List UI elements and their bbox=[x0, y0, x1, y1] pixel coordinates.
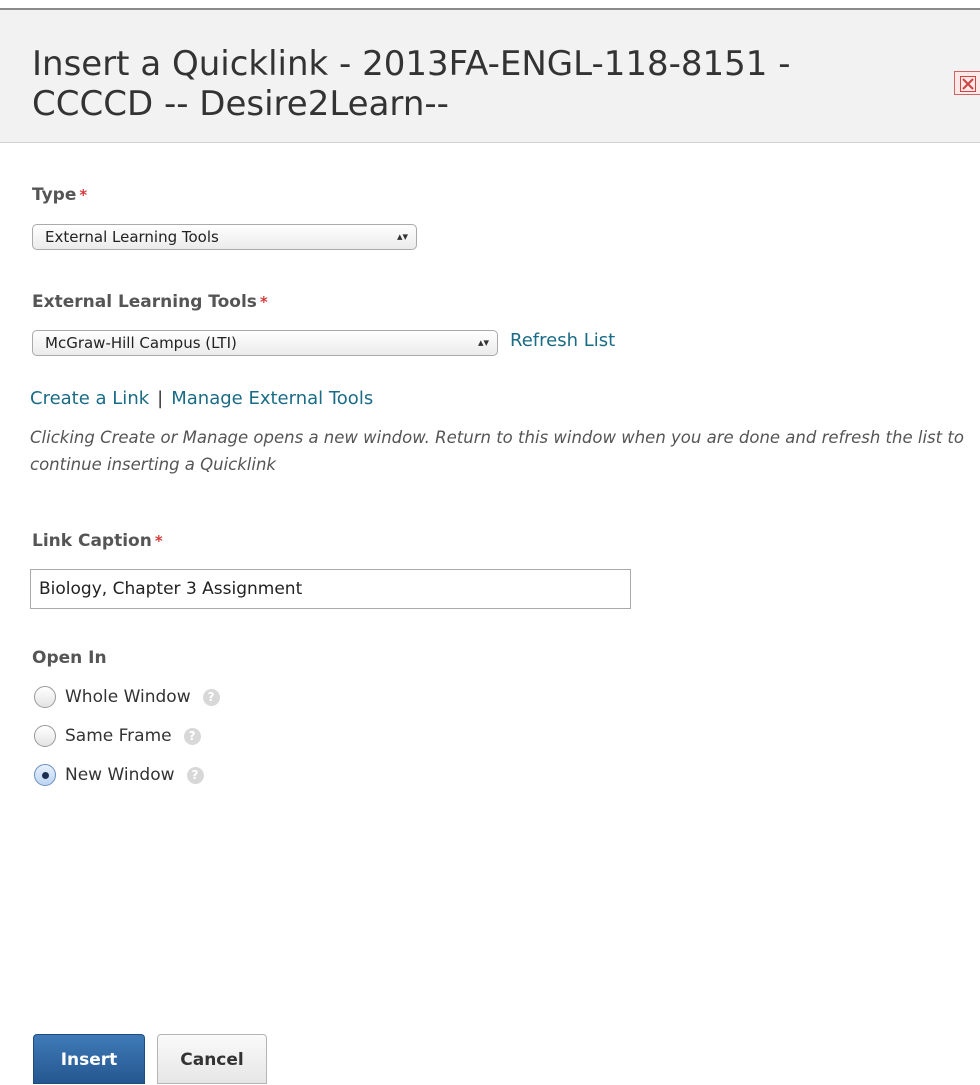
cancel-button[interactable]: Cancel bbox=[157, 1034, 267, 1084]
hint-text: Clicking Create or Manage opens a new wi… bbox=[30, 428, 964, 474]
dialog-header: Insert a Quicklink - 2013FA-ENGL-118-815… bbox=[0, 10, 980, 143]
dialog-title-line2: CCCCD -- Desire2Learn-- bbox=[32, 84, 449, 124]
question-mark-help-icon[interactable]: ? bbox=[183, 727, 201, 745]
dialog-title: Insert a Quicklink - 2013FA-ENGL-118-815… bbox=[32, 44, 932, 124]
type-select[interactable]: External Learning Tools ▴▾ bbox=[32, 224, 417, 250]
question-mark-help-icon[interactable]: ? bbox=[202, 688, 220, 706]
create-link-link[interactable]: Create a Link bbox=[30, 388, 149, 409]
refresh-list-link[interactable]: Refresh List bbox=[510, 330, 615, 351]
new-window-label: New Window bbox=[65, 765, 175, 785]
whole-window-label: Whole Window bbox=[65, 687, 191, 707]
question-mark-help-icon[interactable]: ? bbox=[186, 766, 204, 784]
radio-option-whole-window[interactable]: Whole Window ? bbox=[34, 684, 220, 710]
type-label: Type * bbox=[32, 185, 88, 205]
close-x-icon bbox=[960, 76, 976, 92]
manage-external-tools-link[interactable]: Manage External Tools bbox=[171, 388, 373, 409]
up-down-arrows-icon: ▴▾ bbox=[396, 230, 408, 243]
external-tools-select[interactable]: McGraw-Hill Campus (LTI) ▴▾ bbox=[32, 330, 498, 356]
radio-option-new-window[interactable]: New Window ? bbox=[34, 762, 204, 788]
required-marker: * bbox=[154, 532, 163, 550]
tool-links-row: Create a Link | Manage External Tools bbox=[30, 388, 373, 409]
insert-button[interactable]: Insert bbox=[33, 1034, 145, 1084]
link-caption-label: Link Caption * bbox=[32, 531, 163, 551]
same-frame-label: Same Frame bbox=[65, 726, 172, 746]
same-frame-radio[interactable] bbox=[34, 725, 56, 747]
link-caption-input[interactable] bbox=[30, 569, 631, 609]
external-tools-select-value: McGraw-Hill Campus (LTI) bbox=[45, 334, 237, 352]
required-marker: * bbox=[259, 293, 268, 311]
up-down-arrows-icon: ▴▾ bbox=[477, 336, 489, 349]
close-button[interactable] bbox=[954, 71, 980, 95]
radio-option-same-frame[interactable]: Same Frame ? bbox=[34, 723, 201, 749]
open-in-label: Open In bbox=[32, 648, 107, 668]
top-strip bbox=[0, 0, 980, 10]
new-window-radio[interactable] bbox=[34, 764, 56, 786]
required-marker: * bbox=[79, 186, 88, 204]
external-tools-label: External Learning Tools * bbox=[32, 292, 268, 312]
dialog-title-line1: Insert a Quicklink - 2013FA-ENGL-118-815… bbox=[32, 44, 791, 84]
type-select-value: External Learning Tools bbox=[45, 228, 219, 246]
whole-window-radio[interactable] bbox=[34, 686, 56, 708]
link-separator: | bbox=[157, 388, 164, 409]
